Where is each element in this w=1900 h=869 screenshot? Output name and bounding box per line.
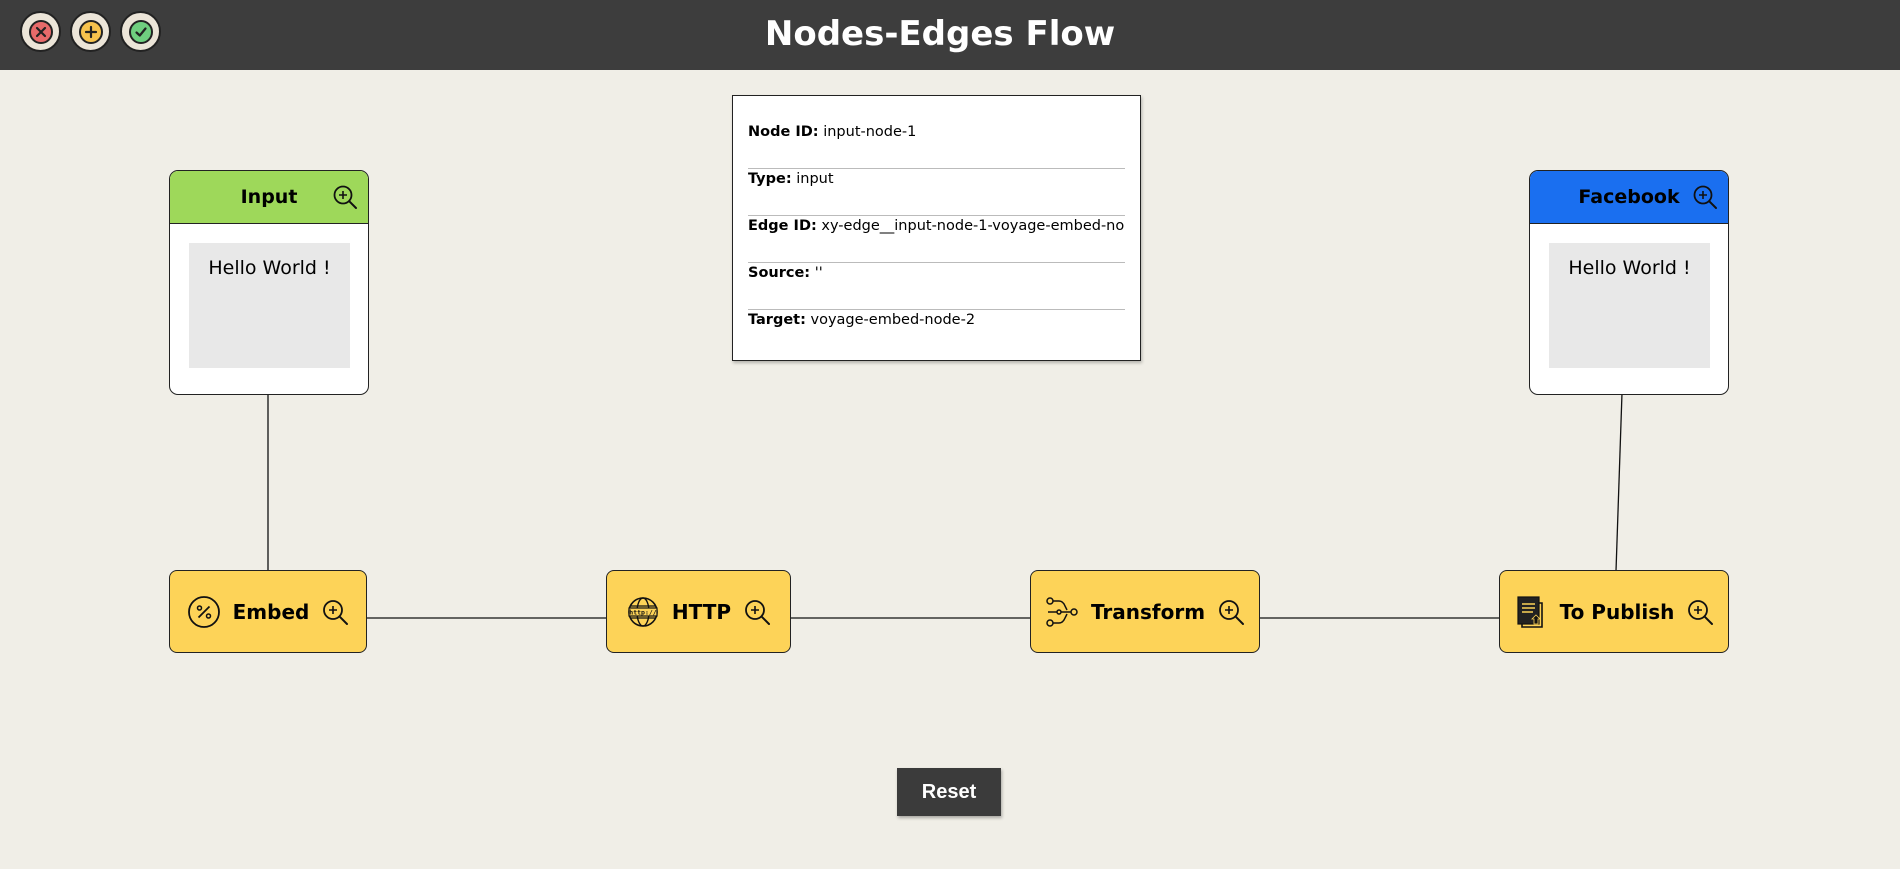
node-input[interactable]: Input Hello World ! xyxy=(169,170,369,395)
info-node-id-value: input-node-1 xyxy=(823,124,917,140)
info-target-value: voyage-embed-node-2 xyxy=(810,312,976,328)
zoom-in-icon[interactable] xyxy=(321,598,349,626)
node-info-panel: Node ID: input-node-1 Type: input Edge I… xyxy=(732,95,1141,361)
info-source-value: '' xyxy=(814,265,823,281)
info-type-label: Type: xyxy=(748,171,792,187)
node-to-publish-label: To Publish xyxy=(1559,599,1675,624)
info-node-id: Node ID: input-node-1 xyxy=(748,122,1125,169)
info-edge-id-value: xy-edge__input-node-1-voyage-embed-node-… xyxy=(821,218,1125,234)
info-edge-id: Edge ID: xy-edge__input-node-1-voyage-em… xyxy=(748,216,1125,263)
zoom-in-icon[interactable] xyxy=(1692,184,1718,210)
info-source-label: Source: xyxy=(748,265,811,281)
info-target-label: Target: xyxy=(748,312,806,328)
svg-text:http://: http:// xyxy=(629,608,656,616)
info-type: Type: input xyxy=(748,169,1125,216)
zoom-in-icon[interactable] xyxy=(743,598,771,626)
document-upload-icon xyxy=(1514,595,1548,629)
node-http[interactable]: http:// HTTP xyxy=(606,570,791,653)
node-to-publish[interactable]: To Publish xyxy=(1499,570,1729,653)
node-facebook-header: Facebook xyxy=(1530,171,1728,224)
node-embed[interactable]: Embed xyxy=(169,570,367,653)
zoom-in-icon[interactable] xyxy=(1686,598,1714,626)
info-target: Target: voyage-embed-node-2 xyxy=(748,310,1125,357)
node-transform[interactable]: Transform xyxy=(1030,570,1260,653)
node-transform-label: Transform xyxy=(1090,599,1206,624)
info-edge-id-label: Edge ID: xyxy=(748,218,817,234)
globe-http-icon: http:// xyxy=(626,595,660,629)
percent-icon xyxy=(187,595,221,629)
branch-icon xyxy=(1045,595,1079,629)
reset-button[interactable]: Reset xyxy=(897,768,1001,816)
node-facebook-content: Hello World ! xyxy=(1549,243,1710,368)
edge-facebook-publish xyxy=(1615,392,1623,572)
node-input-header: Input xyxy=(170,171,368,224)
node-http-label: HTTP xyxy=(671,599,732,624)
info-type-value: input xyxy=(796,171,834,187)
node-input-content: Hello World ! xyxy=(189,243,350,368)
node-embed-label: Embed xyxy=(232,599,310,624)
zoom-in-icon[interactable] xyxy=(1217,598,1245,626)
zoom-in-icon[interactable] xyxy=(332,184,358,210)
info-source: Source: '' xyxy=(748,263,1125,310)
node-facebook[interactable]: Facebook Hello World ! xyxy=(1529,170,1729,395)
info-node-id-label: Node ID: xyxy=(748,124,819,140)
